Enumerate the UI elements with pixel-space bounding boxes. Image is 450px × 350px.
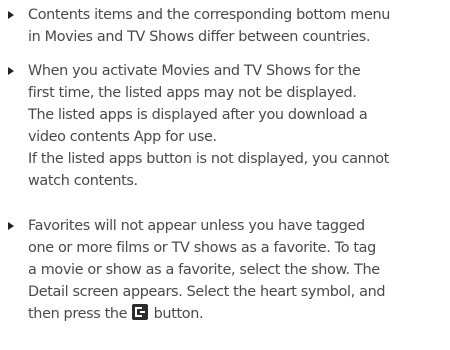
note-line: watch contents.: [28, 173, 138, 189]
note-line-with-icon: then press the button.: [28, 303, 446, 325]
notes-list: Contents items and the corresponding bot…: [0, 0, 450, 350]
note-line: a movie or show as a favorite, select th…: [28, 262, 380, 278]
note-text: Favorites will not appear unless you hav…: [28, 215, 446, 325]
bullet-triangle-icon: [8, 222, 14, 230]
note-line: If the listed apps button is not display…: [28, 151, 389, 167]
note-line: When you activate Movies and TV Shows fo…: [28, 63, 361, 79]
note-item-1: Contents items and the corresponding bot…: [0, 4, 446, 48]
note-line-start: then press the: [28, 306, 132, 322]
bullet-triangle-icon: [8, 67, 14, 75]
note-line: Detail screen appears. Select the heart …: [28, 284, 386, 300]
note-line: Contents items and the corresponding bot…: [28, 7, 391, 23]
bullet-triangle-icon: [8, 11, 14, 19]
note-line-end: button.: [149, 306, 204, 322]
note-text: When you activate Movies and TV Shows fo…: [28, 60, 446, 192]
return-key-icon: [132, 304, 149, 320]
note-line: in Movies and TV Shows differ between co…: [28, 29, 371, 45]
note-item-2: When you activate Movies and TV Shows fo…: [0, 60, 446, 192]
note-line: The listed apps is displayed after you d…: [28, 107, 368, 123]
note-line: one or more films or TV shows as a favor…: [28, 240, 376, 256]
note-line: video contents App for use.: [28, 129, 217, 145]
note-item-3: Favorites will not appear unless you hav…: [0, 215, 446, 325]
note-text: Contents items and the corresponding bot…: [28, 4, 446, 48]
note-line: first time, the listed apps may not be d…: [28, 85, 357, 101]
note-line: Favorites will not appear unless you hav…: [28, 218, 365, 234]
